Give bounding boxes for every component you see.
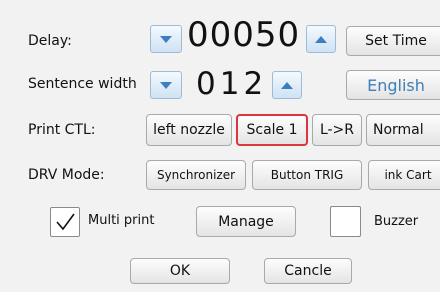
delay-decrement-button[interactable]	[150, 25, 182, 53]
ok-button[interactable]: OK	[130, 258, 230, 284]
buzzer-label: Buzzer	[374, 214, 419, 229]
sentence-width-decrement-button[interactable]	[150, 71, 182, 99]
buzzer-checkbox[interactable]	[330, 206, 361, 237]
scale-button[interactable]: Scale 1	[236, 114, 308, 146]
sentence-width-label: Sentence width	[28, 76, 137, 92]
normal-button[interactable]: Normal	[366, 114, 440, 146]
sentence-width-increment-button[interactable]	[272, 71, 302, 99]
multi-print-label: Multi print	[88, 213, 155, 228]
checkmark-icon	[56, 213, 75, 231]
delay-label: Delay:	[28, 33, 72, 49]
direction-button[interactable]: L->R	[312, 114, 362, 146]
button-trig-button[interactable]: Button TRIG	[252, 160, 362, 190]
delay-value: 00050	[187, 15, 301, 55]
print-ctl-label: Print CTL:	[28, 122, 96, 138]
ink-cart-button[interactable]: ink Cart	[368, 160, 440, 190]
drv-mode-label: DRV Mode:	[28, 167, 105, 183]
language-button[interactable]: English	[346, 70, 440, 100]
sentence-width-value: 012	[196, 66, 268, 102]
cancel-button[interactable]: Cancle	[264, 258, 352, 284]
multi-print-checkbox[interactable]	[50, 207, 80, 237]
arrow-down-icon	[160, 35, 172, 43]
settings-dialog: Delay: 00050 Set Time Sentence width 012…	[0, 0, 440, 292]
delay-increment-button[interactable]	[306, 25, 336, 53]
arrow-up-icon	[281, 81, 293, 89]
set-time-button[interactable]: Set Time	[346, 26, 440, 56]
arrow-up-icon	[315, 35, 327, 43]
manage-button[interactable]: Manage	[196, 206, 296, 237]
arrow-down-icon	[160, 81, 172, 89]
left-nozzle-button[interactable]: left nozzle	[146, 114, 232, 146]
synchronizer-button[interactable]: Synchronizer	[146, 160, 246, 190]
